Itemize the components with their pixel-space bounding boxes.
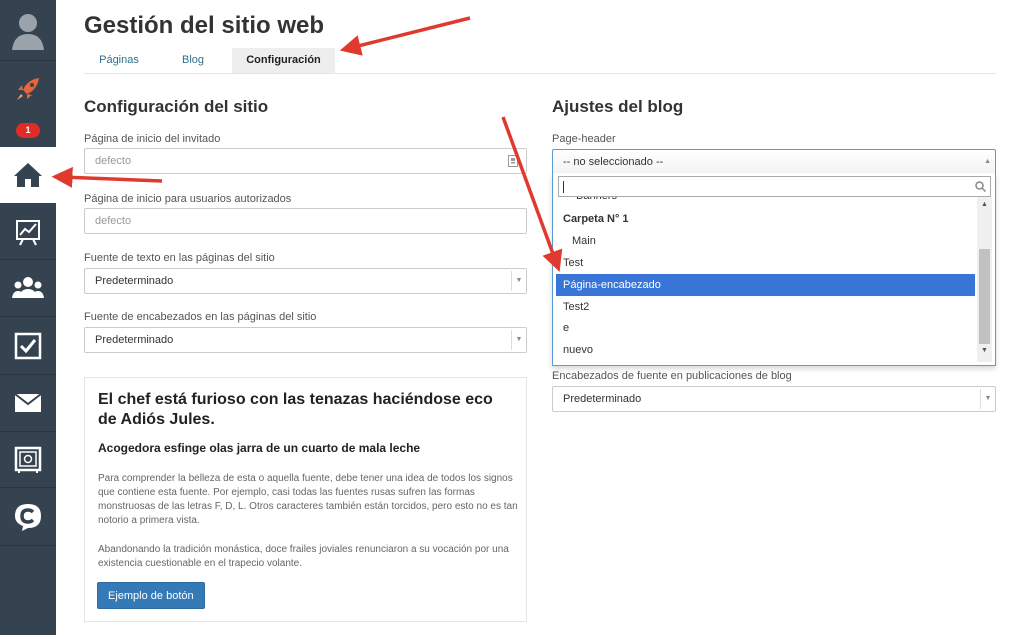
sidebar: 1 — [0, 0, 56, 635]
dropdown-option[interactable]: Main — [556, 230, 975, 252]
search-icon — [975, 181, 986, 192]
chat-icon — [15, 503, 41, 531]
heading-font-value: Predeterminado — [95, 334, 174, 346]
safe-icon — [14, 446, 42, 473]
checkbox-icon — [14, 332, 42, 359]
preview-paragraph-1: Para comprender la belleza de esta o aqu… — [98, 473, 518, 526]
guest-home-placeholder: defecto — [95, 155, 132, 167]
font-preview-card: El chef está furioso con las tenazas hac… — [84, 377, 527, 622]
sidebar-avatar[interactable] — [0, 0, 56, 61]
tab-pages[interactable]: Páginas — [84, 48, 154, 73]
dropdown-option[interactable]: Banners — [556, 197, 975, 207]
dropdown-options: Banners Carpeta N° 1 Main Test Página-en… — [556, 197, 975, 362]
blog-settings-title: Ajustes del blog — [552, 97, 684, 116]
mail-icon — [14, 393, 42, 412]
chevron-down-icon: ▼ — [980, 389, 995, 409]
guest-home-label: Página de inicio del invitado — [84, 133, 221, 145]
auth-home-label: Página de inicio para usuarios autorizad… — [84, 193, 292, 205]
preview-paragraph-2: Abandonando la tradición monástica, doce… — [98, 544, 509, 569]
dropdown-option-highlighted[interactable]: Página-encabezado — [556, 274, 975, 296]
page-header-select[interactable]: -- no seleccionado -- ▲ — [552, 149, 996, 174]
text-font-select[interactable]: Predeterminado ▼ — [84, 268, 527, 294]
sidebar-item-launch[interactable] — [0, 61, 56, 116]
text-cursor — [563, 181, 564, 193]
chevron-down-icon: ▼ — [511, 271, 526, 291]
example-button[interactable]: Ejemplo de botón — [97, 582, 205, 609]
page-header-dropdown: Banners Carpeta N° 1 Main Test Página-en… — [552, 173, 996, 366]
site-config-title: Configuración del sitio — [84, 97, 269, 116]
post-font-value: Predeterminado — [563, 393, 642, 405]
tab-settings[interactable]: Configuración — [232, 48, 335, 73]
sidebar-item-tasks[interactable] — [0, 317, 56, 375]
auth-home-input[interactable]: defecto — [84, 208, 527, 234]
sidebar-item-stats[interactable] — [0, 204, 56, 260]
preview-heading: El chef está furioso con las tenazas hac… — [98, 391, 493, 428]
auth-home-placeholder: defecto — [95, 215, 132, 227]
annotation-arrow-home — [51, 166, 163, 188]
page-header-value: -- no seleccionado -- — [563, 156, 664, 168]
home-icon — [14, 163, 42, 187]
preview-subheading: Acogedora esfinge olas jarra de un cuart… — [98, 441, 421, 455]
dropdown-option[interactable]: Test — [556, 252, 975, 274]
heading-font-label: Fuente de encabezados en las páginas del… — [84, 311, 317, 323]
annotation-arrow-option — [501, 116, 563, 272]
text-font-value: Predeterminado — [95, 275, 174, 287]
page-title: Gestión del sitio web — [84, 12, 325, 39]
dropdown-scrollbar[interactable]: ▲ ▼ — [977, 197, 992, 362]
chevron-down-icon: ▼ — [511, 330, 526, 350]
avatar-icon — [12, 14, 44, 50]
tab-blog[interactable]: Blog — [160, 48, 226, 73]
tab-bar: Páginas Blog Configuración — [84, 48, 996, 74]
chevron-up-icon: ▲ — [984, 158, 991, 165]
annotation-arrow-settings-tab — [339, 16, 471, 56]
sidebar-item-mail[interactable] — [0, 375, 56, 432]
sidebar-item-safe[interactable] — [0, 432, 56, 488]
rocket-icon — [17, 77, 39, 100]
heading-font-select[interactable]: Predeterminado ▼ — [84, 327, 527, 353]
sidebar-item-users[interactable] — [0, 260, 56, 317]
post-font-label: Encabezados de fuente en publicaciones d… — [552, 370, 792, 382]
guest-home-input[interactable]: defecto — [84, 148, 527, 174]
dropdown-search-input[interactable] — [558, 176, 991, 197]
scroll-up-icon[interactable]: ▲ — [977, 201, 992, 213]
dropdown-option[interactable]: nuevo — [556, 339, 975, 361]
page-picker-icon[interactable] — [508, 155, 518, 167]
post-font-select[interactable]: Predeterminado ▼ — [552, 386, 996, 412]
sidebar-item-home[interactable] — [0, 147, 56, 203]
page-header-label: Page-header — [552, 133, 616, 145]
sidebar-item-chat[interactable] — [0, 488, 56, 546]
dropdown-group: Carpeta N° 1 — [563, 213, 629, 225]
text-font-label: Fuente de texto en las páginas del sitio — [84, 252, 275, 264]
chart-icon — [16, 219, 40, 245]
scroll-down-icon[interactable]: ▼ — [977, 347, 992, 359]
dropdown-option[interactable]: e — [556, 317, 975, 339]
scrollbar-thumb[interactable] — [979, 249, 990, 344]
users-icon — [12, 277, 44, 298]
notification-badge[interactable]: 1 — [16, 123, 40, 138]
dropdown-option[interactable]: Test2 — [556, 296, 975, 318]
